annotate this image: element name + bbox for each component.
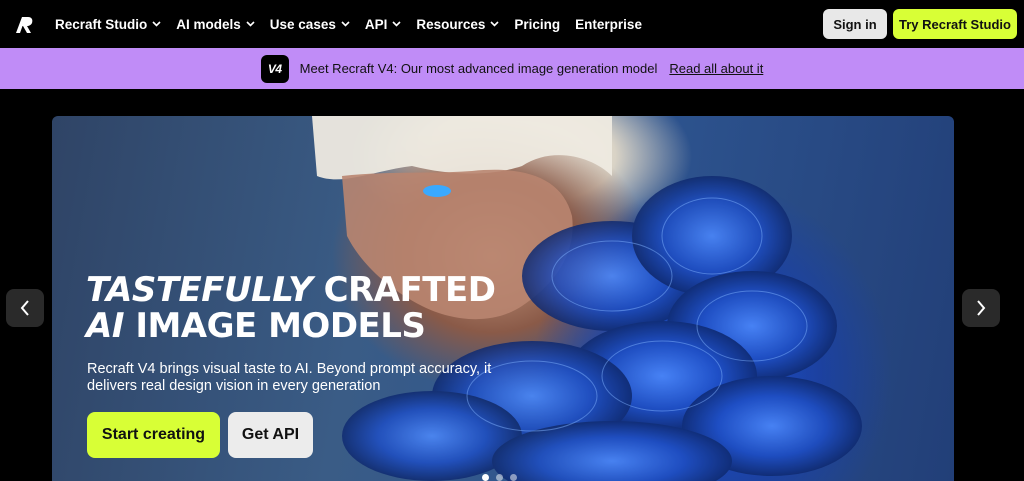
hero-title-line2: AI IMAGE MODELS (86, 308, 566, 344)
menu-item-ai-models[interactable]: AI models (176, 17, 255, 32)
carousel-dots (482, 474, 524, 481)
carousel-dot[interactable] (496, 474, 503, 481)
menu-item-pricing[interactable]: Pricing (514, 17, 560, 32)
start-creating-button[interactable]: Start creating (87, 412, 220, 458)
menu-item-label: AI models (176, 16, 241, 32)
carousel-next-button[interactable] (962, 289, 1000, 327)
chevron-right-icon (977, 300, 986, 316)
banner-text: Meet Recraft V4: Our most advanced image… (299, 61, 658, 76)
chevron-down-icon (246, 21, 255, 27)
hero-title-italic: AI (86, 306, 124, 346)
menu-item-label: Pricing (514, 16, 561, 32)
hero-title-line1: TASTEFULLY CRAFTED (86, 272, 566, 308)
sign-in-button[interactable]: Sign in (823, 9, 887, 39)
get-api-button[interactable]: Get API (228, 412, 313, 458)
chevron-down-icon (341, 21, 350, 27)
chevron-down-icon (490, 21, 499, 27)
read-more-link[interactable]: Read all about it (669, 61, 763, 76)
v4-badge: V4 (260, 54, 289, 83)
menu-item-enterprise[interactable]: Enterprise (575, 17, 642, 32)
menu-item-label: Resources (416, 16, 486, 32)
hero-title-italic: TASTEFULLY (86, 270, 313, 310)
menu-item-label: Enterprise (575, 16, 642, 32)
recraft-logo-icon[interactable] (14, 13, 36, 35)
menu-item-recraft-studio[interactable]: Recraft Studio (55, 17, 161, 32)
main-menu: Recraft Studio AI models Use cases API R… (55, 0, 657, 48)
try-recraft-studio-button[interactable]: Try Recraft Studio (893, 9, 1017, 39)
hero-title: TASTEFULLY CRAFTED AI IMAGE MODELS (86, 272, 566, 344)
chevron-down-icon (392, 21, 401, 27)
menu-item-api[interactable]: API (365, 17, 402, 32)
chevron-down-icon (152, 21, 161, 27)
menu-item-label: API (364, 16, 388, 32)
hero-slide: TASTEFULLY CRAFTED AI IMAGE MODELS Recra… (52, 116, 954, 481)
hero-subtitle: Recraft V4 brings visual taste to AI. Be… (87, 361, 492, 394)
chevron-left-icon (20, 300, 29, 316)
announcement-banner: V4 Meet Recraft V4: Our most advanced im… (0, 48, 1024, 89)
carousel-prev-button[interactable] (6, 289, 44, 327)
top-navigation: Recraft Studio AI models Use cases API R… (0, 0, 1024, 48)
menu-item-label: Use cases (269, 16, 336, 32)
hero-title-rest: CRAFTED (323, 270, 496, 310)
carousel-dot[interactable] (510, 474, 517, 481)
menu-item-resources[interactable]: Resources (416, 17, 499, 32)
menu-item-label: Recraft Studio (55, 16, 148, 32)
hero-title-rest: IMAGE MODELS (135, 306, 426, 346)
menu-item-use-cases[interactable]: Use cases (270, 17, 350, 32)
carousel-dot[interactable] (482, 474, 489, 481)
